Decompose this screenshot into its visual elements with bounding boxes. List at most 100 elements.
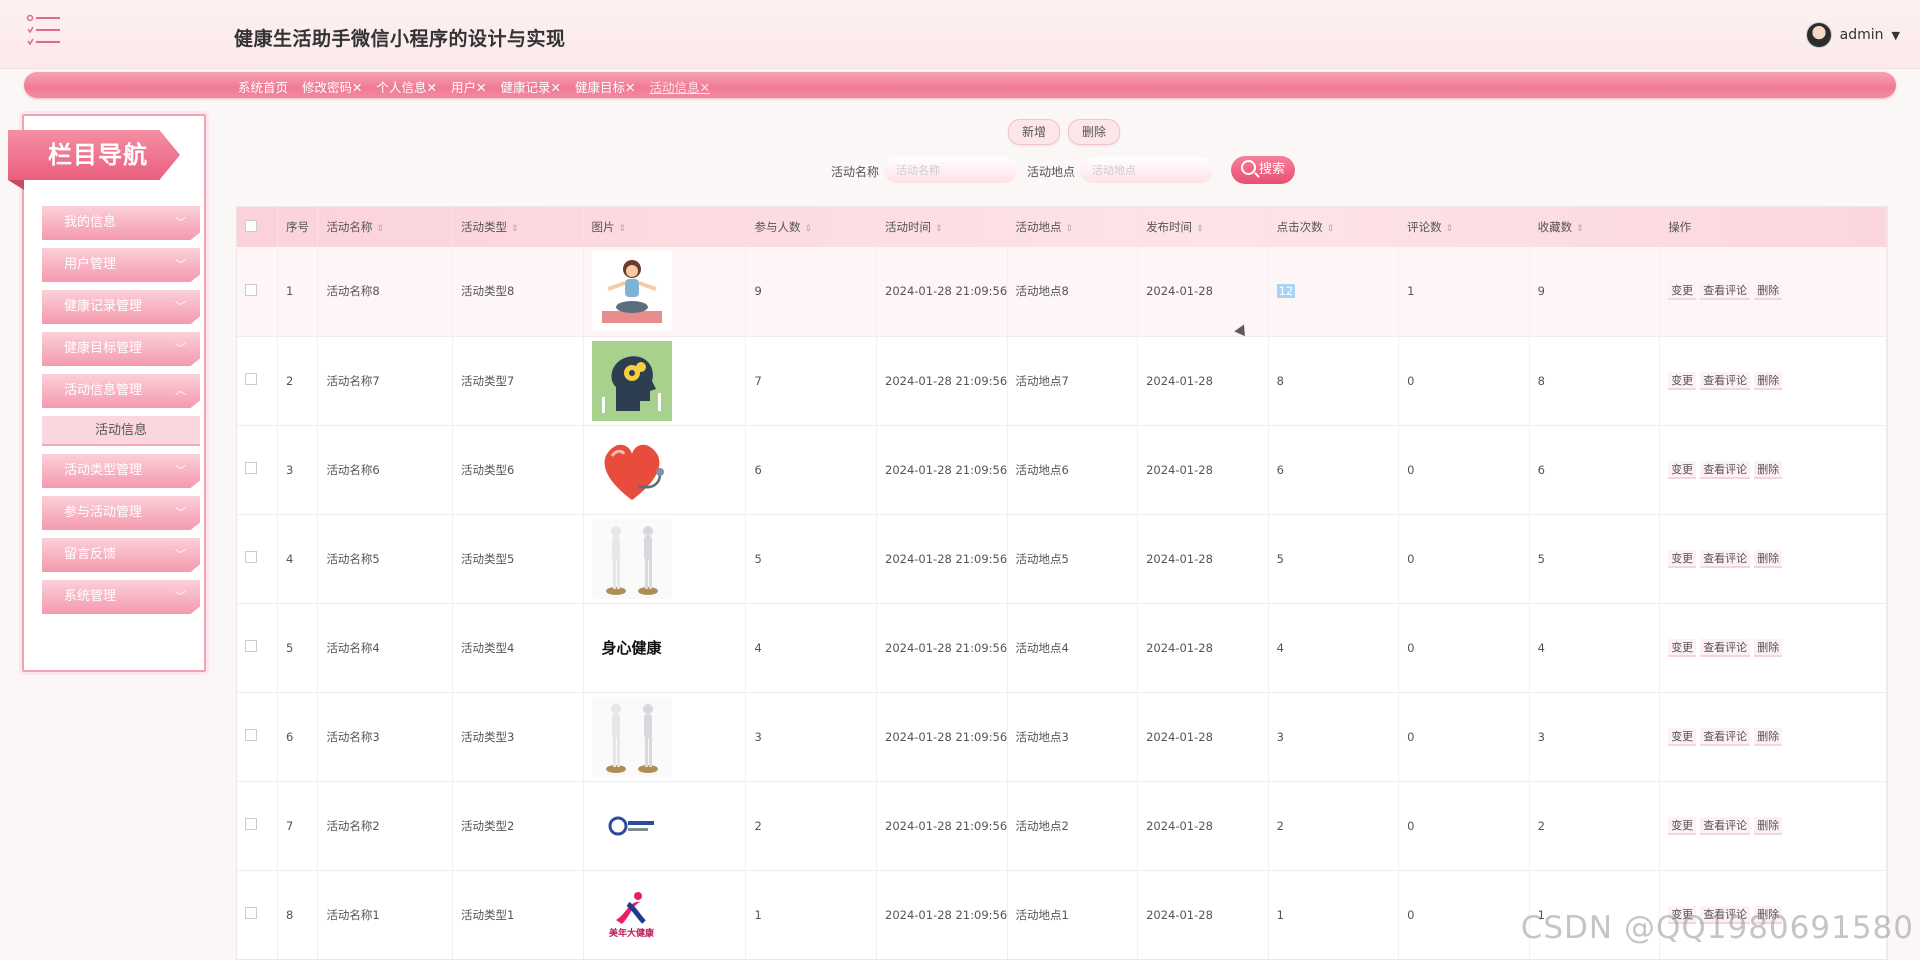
- tab-0[interactable]: 系统首页: [238, 77, 288, 96]
- edit-button[interactable]: 变更: [1668, 460, 1697, 479]
- cell-value: 3: [1276, 729, 1284, 744]
- cell-value: 活动名称2: [326, 818, 380, 833]
- column-header[interactable]: 点击次数 ⇕: [1268, 207, 1400, 247]
- cell-value: 5: [754, 551, 762, 566]
- select-all-checkbox[interactable]: [245, 219, 257, 232]
- column-header[interactable]: 活动类型 ⇕: [452, 207, 584, 247]
- view-comments-button[interactable]: 查看评论: [1700, 282, 1751, 301]
- column-header[interactable]: 评论数 ⇕: [1398, 207, 1530, 247]
- edit-button[interactable]: 变更: [1668, 282, 1697, 301]
- tab-3[interactable]: 用户✕: [451, 77, 486, 96]
- cell-value: 2024-01-28 21:09:56: [885, 373, 1008, 388]
- row-select-cell: [237, 692, 278, 781]
- row-checkbox[interactable]: [245, 640, 257, 652]
- sidebar-item-8[interactable]: 系统管理 ﹀: [42, 580, 200, 614]
- view-comments-button[interactable]: 查看评论: [1700, 549, 1751, 568]
- sort-icon[interactable]: ⇕: [804, 224, 812, 234]
- add-button[interactable]: 新增: [1008, 119, 1060, 145]
- tab-1[interactable]: 修改密码✕: [302, 77, 362, 96]
- activity-name-input[interactable]: [884, 157, 1017, 183]
- delete-row-button[interactable]: 删除: [1754, 282, 1783, 301]
- column-header[interactable]: 活动地点 ⇕: [1007, 207, 1139, 247]
- row-checkbox[interactable]: [245, 462, 257, 474]
- cell-clicks: 6: [1268, 425, 1400, 514]
- view-comments-button[interactable]: 查看评论: [1700, 460, 1751, 479]
- view-comments-button[interactable]: 查看评论: [1700, 638, 1751, 657]
- column-header[interactable]: 发布时间 ⇕: [1137, 207, 1269, 247]
- activity-image: [591, 785, 672, 866]
- sidebar-item-1[interactable]: 用户管理 ﹀: [42, 248, 200, 282]
- tab-5[interactable]: 健康目标✕: [575, 77, 635, 96]
- edit-button[interactable]: 变更: [1668, 816, 1697, 835]
- search-icon: [1240, 160, 1256, 175]
- sidebar-item-4[interactable]: 活动信息管理 ︿: [42, 374, 200, 408]
- sort-icon[interactable]: ⇕: [1196, 224, 1204, 234]
- column-header[interactable]: 收藏数 ⇕: [1529, 207, 1661, 247]
- column-header[interactable]: 图片 ⇕: [583, 207, 747, 247]
- tab-4[interactable]: 健康记录✕: [500, 77, 560, 96]
- delete-row-button[interactable]: 删除: [1754, 727, 1783, 746]
- search-button-label: 搜索: [1258, 162, 1285, 177]
- cell-value: 1: [754, 907, 762, 922]
- cell-name: 活动名称1: [317, 870, 454, 959]
- sort-icon[interactable]: ⇕: [1327, 224, 1335, 234]
- table-row[interactable]: 5 活动名称4 活动类型4 身心健康 4 2024-01-28 21:09:56 活动地点4…: [237, 603, 1887, 692]
- row-checkbox[interactable]: [245, 373, 257, 385]
- user-menu[interactable]: admin ▼: [1805, 22, 1900, 48]
- cell-value: 0: [1407, 907, 1415, 922]
- row-checkbox[interactable]: [245, 818, 257, 830]
- sort-icon[interactable]: ⇕: [1446, 224, 1454, 234]
- sidebar-item-3[interactable]: 健康目标管理 ﹀: [42, 332, 200, 366]
- delete-row-button[interactable]: 删除: [1754, 638, 1783, 657]
- table-row[interactable]: 4 活动名称5 活动类型5 5 2024-01-28 21:09:56 活动地点5 2024…: [237, 514, 1887, 603]
- edit-button[interactable]: 变更: [1668, 371, 1697, 390]
- table-row[interactable]: 6 活动名称3 活动类型3 3 2024-01-28 21:09:56 活动地点3 2024…: [237, 692, 1887, 781]
- sort-icon[interactable]: ⇕: [511, 224, 519, 234]
- edit-button[interactable]: 变更: [1668, 727, 1697, 746]
- sidebar-subitem-activity-info[interactable]: 活动信息: [42, 416, 200, 446]
- row-checkbox[interactable]: [245, 283, 257, 296]
- caret-down-icon: ▼: [1891, 28, 1900, 42]
- sort-icon[interactable]: ⇕: [619, 224, 627, 234]
- sort-icon[interactable]: ⇕: [376, 224, 384, 234]
- table-row[interactable]: 2 活动名称7 活动类型7 7 2024-01-28 21:09:56 活动地点7 2024…: [237, 336, 1887, 425]
- sort-icon[interactable]: ⇕: [1066, 224, 1074, 234]
- sidebar: 栏目导航 我的信息 ﹀ 用户管理 ﹀ 健康记录管理 ﹀ 健康目标管理 ﹀ 活动信息管理 ︿ 活动信息…: [8, 114, 206, 672]
- delete-button[interactable]: 删除: [1068, 119, 1120, 145]
- sidebar-item-7[interactable]: 留言反馈 ﹀: [42, 538, 200, 572]
- view-comments-button[interactable]: 查看评论: [1700, 816, 1751, 835]
- cell-value: 2024-01-28: [1146, 373, 1213, 388]
- search-button[interactable]: 搜索: [1231, 156, 1295, 184]
- delete-row-button[interactable]: 删除: [1754, 460, 1783, 479]
- column-header[interactable]: 活动时间 ⇕: [876, 207, 1008, 247]
- menu-icon[interactable]: [26, 14, 62, 48]
- cell-value: 2024-01-28 21:09:56: [885, 640, 1008, 655]
- edit-button[interactable]: 变更: [1668, 638, 1697, 657]
- table-row[interactable]: 7 活动名称2 活动类型2 2 2024-01-28 21:09:56 活动地点2 2024…: [237, 781, 1887, 870]
- edit-button[interactable]: 变更: [1668, 549, 1697, 568]
- view-comments-button[interactable]: 查看评论: [1700, 727, 1751, 746]
- column-header[interactable]: 参与人数 ⇕: [745, 207, 877, 247]
- delete-row-button[interactable]: 删除: [1754, 549, 1783, 568]
- sidebar-item-label: 系统管理: [64, 589, 117, 604]
- sidebar-item-5[interactable]: 活动类型管理 ﹀: [42, 454, 200, 488]
- sidebar-item-6[interactable]: 参与活动管理 ﹀: [42, 496, 200, 530]
- activity-place-input[interactable]: [1080, 157, 1213, 183]
- sidebar-item-0[interactable]: 我的信息 ﹀: [42, 206, 200, 240]
- cell-name: 活动名称3: [317, 692, 454, 781]
- tab-6[interactable]: 活动信息✕: [649, 77, 709, 96]
- view-comments-button[interactable]: 查看评论: [1700, 371, 1751, 390]
- tab-2[interactable]: 个人信息✕: [377, 77, 437, 96]
- delete-row-button[interactable]: 删除: [1754, 371, 1783, 390]
- row-checkbox[interactable]: [245, 907, 257, 919]
- row-checkbox[interactable]: [245, 551, 257, 563]
- sort-icon[interactable]: ⇕: [935, 224, 943, 234]
- cell-actions: 变更 查看评论 删除: [1659, 514, 1887, 603]
- row-checkbox[interactable]: [245, 729, 257, 741]
- sidebar-item-2[interactable]: 健康记录管理 ﹀: [42, 290, 200, 324]
- table-row[interactable]: 3 活动名称6 活动类型6 6 2024-01-28 21:09:56 活动地点6 2024…: [237, 425, 1887, 514]
- column-header[interactable]: 活动名称 ⇕: [317, 207, 454, 247]
- delete-row-button[interactable]: 删除: [1754, 816, 1783, 835]
- sort-icon[interactable]: ⇕: [1576, 224, 1584, 234]
- table-row[interactable]: 1 活动名称8 活动类型8 9 2024-01-28 21:09:56 活动地点8 2024…: [237, 247, 1887, 336]
